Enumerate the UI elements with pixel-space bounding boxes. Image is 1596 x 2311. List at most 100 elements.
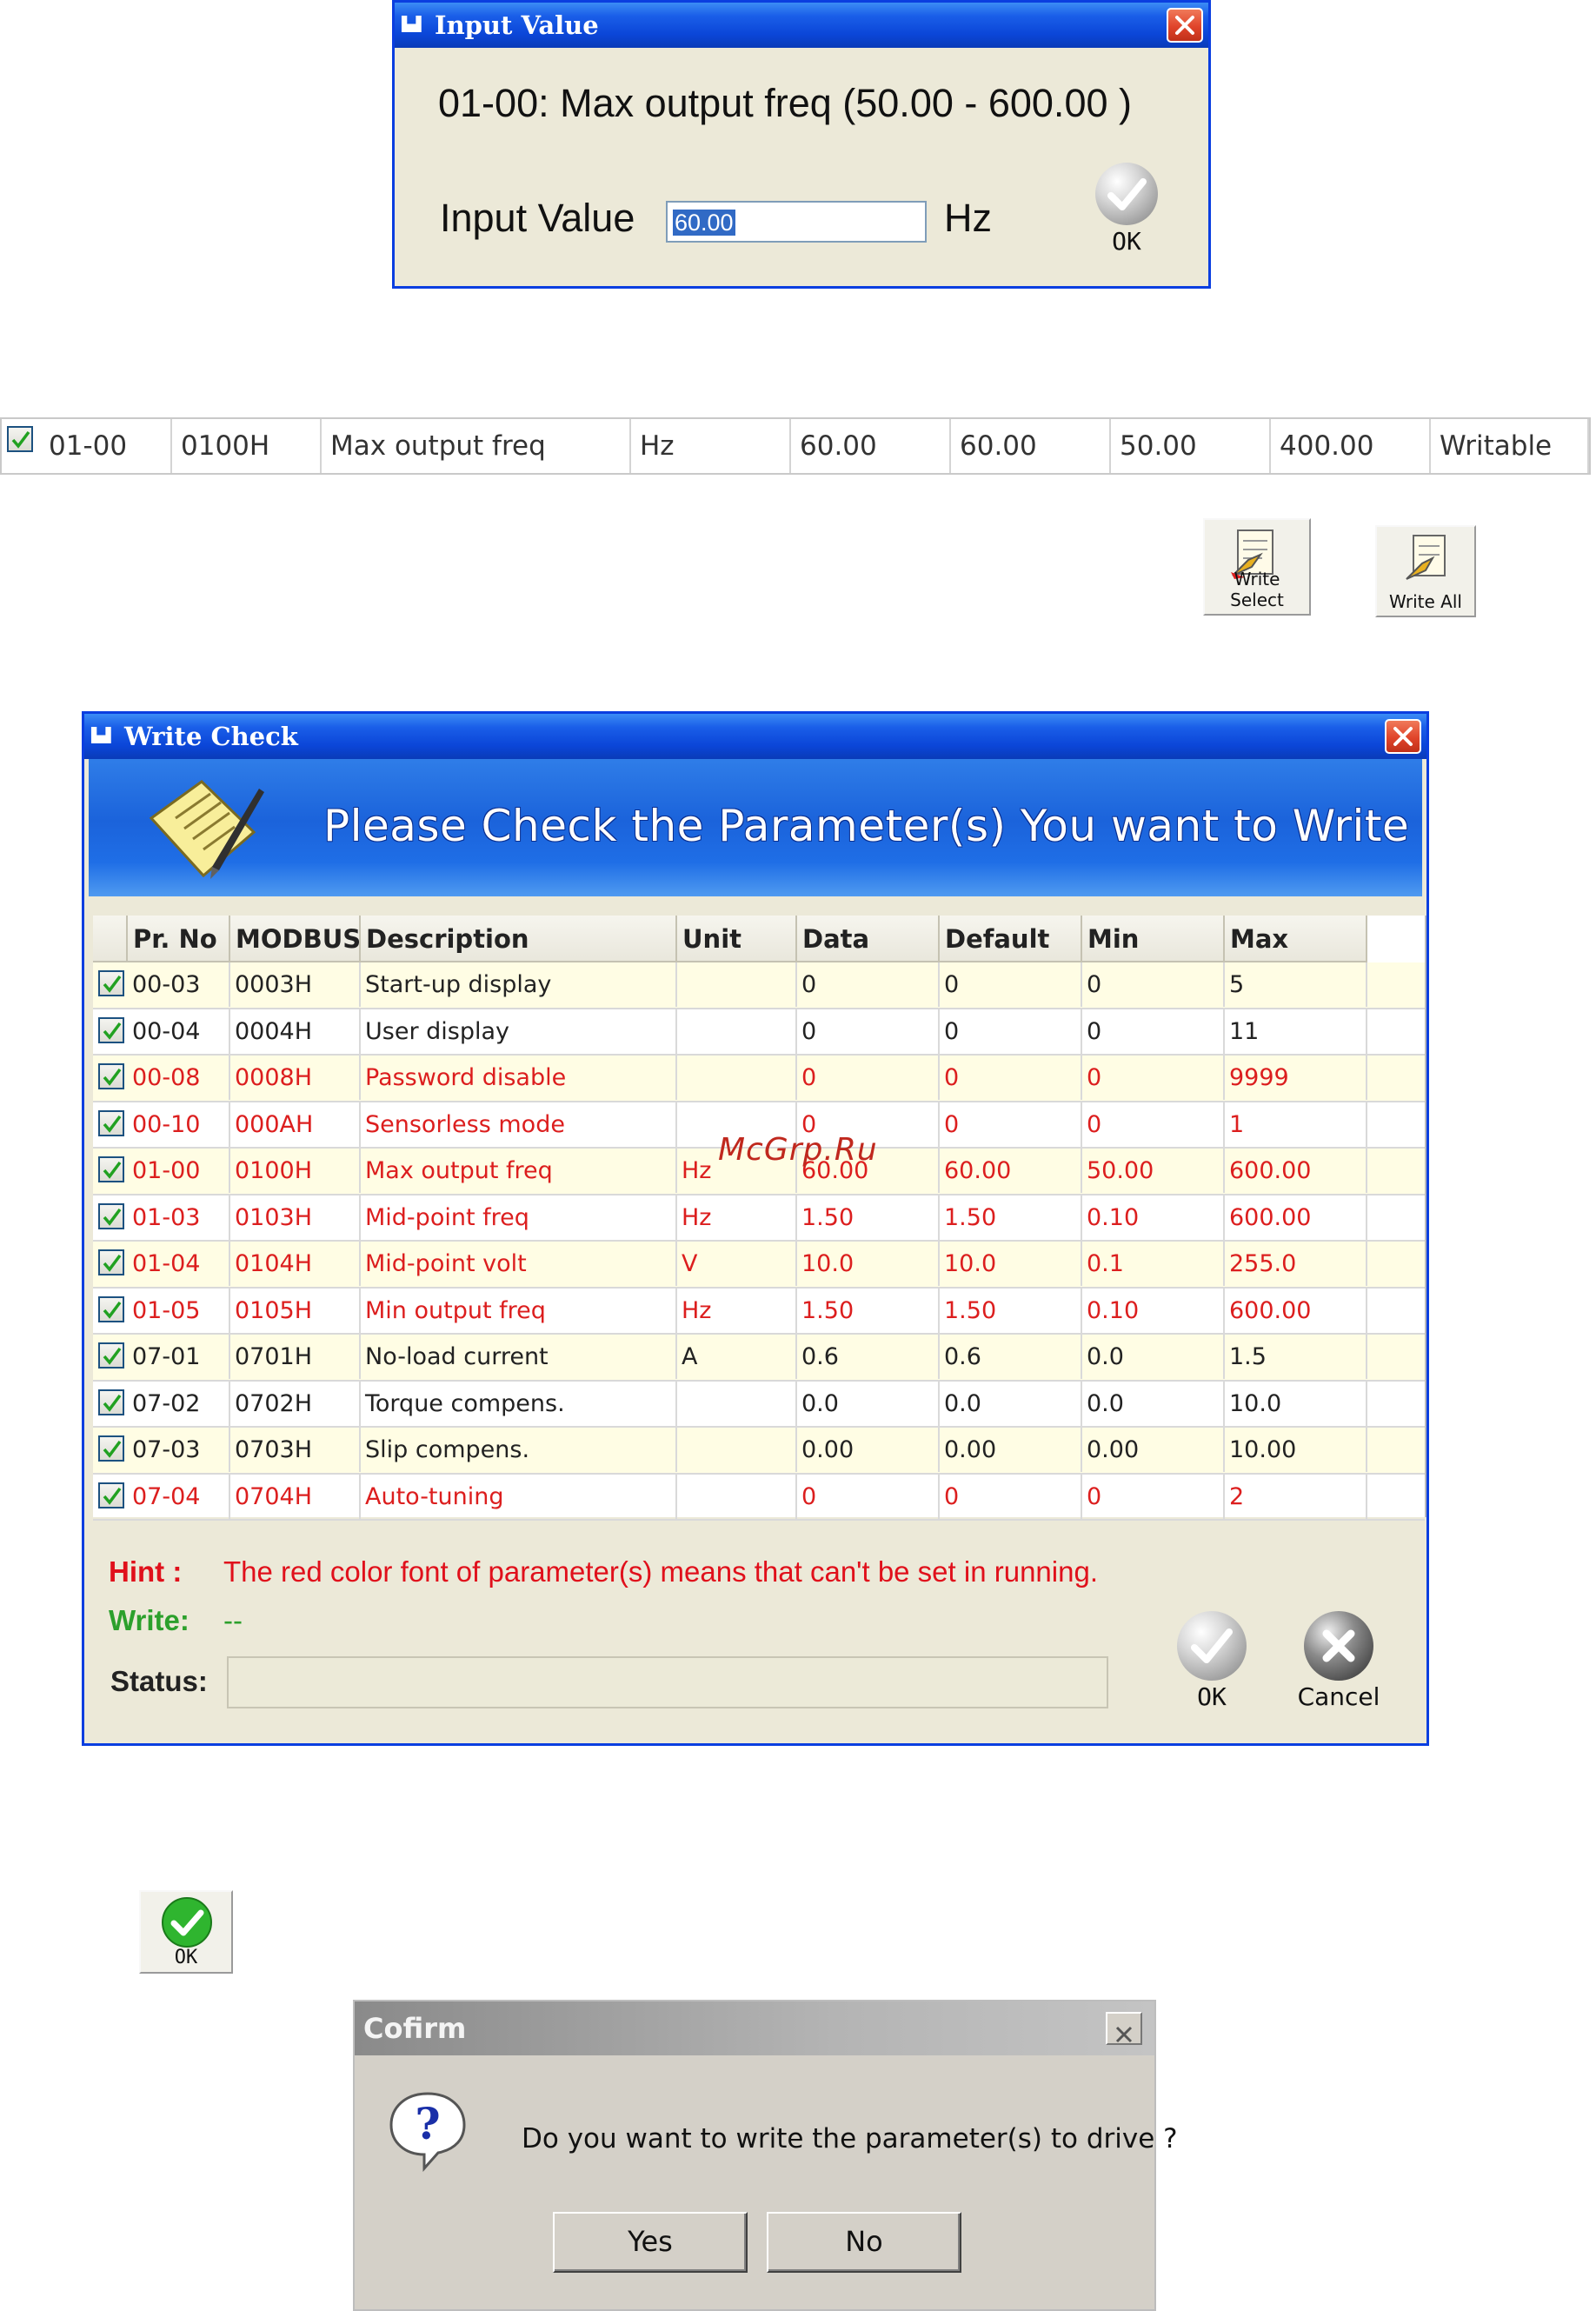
cancel-button[interactable]: Cancel — [1291, 1611, 1387, 1711]
row-checkbox[interactable] — [98, 1389, 124, 1415]
cell-pr-no: 00-04 — [128, 1009, 230, 1054]
row-checkbox[interactable] — [98, 1342, 124, 1369]
cell-description: Slip compens. — [361, 1428, 677, 1472]
parameter-row[interactable]: 01-00 0100H Max output freq Hz 60.00 60.… — [0, 417, 1591, 475]
cell-pr-no: 01-05 — [128, 1288, 230, 1333]
confirm-message: Do you want to write the parameter(s) to… — [522, 2123, 1178, 2154]
grid-header-data[interactable]: Data — [797, 916, 940, 962]
cell-pr-no: 00-08 — [128, 1056, 230, 1100]
grid-header-unit[interactable]: Unit — [677, 916, 797, 962]
row-checkbox[interactable] — [98, 1156, 124, 1182]
cell-default: 0 — [940, 1102, 1082, 1147]
table-row[interactable]: 07-04 0704H Auto-tuning 0 0 0 2 — [93, 1474, 1425, 1521]
grid-header-default[interactable]: Default — [940, 916, 1082, 962]
cell-min: 0 — [1082, 1102, 1225, 1147]
row-checkbox[interactable] — [98, 970, 124, 996]
cell-modbus: 0008H — [230, 1056, 361, 1100]
status-label: Status: — [110, 1665, 208, 1697]
row-checkbox[interactable] — [98, 1295, 124, 1322]
write-select-button[interactable]: Write Select — [1203, 518, 1311, 616]
no-button[interactable]: No — [767, 2212, 961, 2273]
row-checkbox[interactable] — [98, 1016, 124, 1043]
checkmark-icon — [103, 975, 122, 993]
row-checkbox[interactable] — [98, 1435, 124, 1462]
cell-max: 11 — [1225, 1009, 1367, 1054]
table-row[interactable]: 01-05 0105H Min output freq Hz 1.50 1.50 0.10 6… — [93, 1288, 1425, 1335]
grid-header-pr-no[interactable]: Pr. No — [128, 916, 230, 962]
hint-label: Hint : — [109, 1555, 183, 1588]
row-checkbox[interactable] — [98, 1063, 124, 1089]
cell-default: 0.0 — [940, 1381, 1082, 1426]
app-icon: ▙▟ — [91, 727, 111, 743]
confirm-titlebar[interactable]: Cofirm — [355, 2001, 1154, 2055]
cell-pr-no: 01-04 — [128, 1242, 230, 1286]
green-check-icon — [162, 1897, 212, 1948]
checkmark-icon — [103, 1347, 122, 1365]
svg-text:?: ? — [415, 2098, 440, 2149]
standalone-ok-button[interactable]: OK — [139, 1890, 233, 1974]
cell-modbus: 0104H — [230, 1242, 361, 1286]
cell-unit — [677, 1428, 797, 1472]
cell-modbus: 0702H — [230, 1381, 361, 1426]
row-data[interactable]: 60.00 — [791, 419, 951, 473]
grid-header-max[interactable]: Max — [1225, 916, 1367, 962]
write-label: Write: — [109, 1604, 190, 1636]
cell-modbus: 0703H — [230, 1428, 361, 1472]
cell-pr-no: 07-01 — [128, 1335, 230, 1379]
cell-unit — [677, 1056, 797, 1100]
parameter-grid[interactable]: Pr. No MODBUS Description Unit Data Defa… — [93, 916, 1426, 1521]
row-checkbox[interactable] — [98, 1249, 124, 1275]
row-checkbox[interactable] — [7, 426, 33, 452]
write-check-dialog: ▙▟ Write Check Please Check the Paramete… — [82, 711, 1429, 1746]
grid-header-modbus[interactable]: MODBUS — [230, 916, 361, 962]
grid-header-min[interactable]: Min — [1082, 916, 1225, 962]
app-icon: ▙▟ — [402, 16, 422, 32]
table-row[interactable]: 07-01 0701H No-load current A 0.6 0.6 0.0 1.5 — [93, 1335, 1425, 1382]
close-button[interactable] — [1167, 8, 1203, 43]
table-row[interactable]: 01-03 0103H Mid-point freq Hz 1.50 1.50 0.10 60… — [93, 1195, 1425, 1242]
table-row[interactable]: 01-04 0104H Mid-point volt V 10.0 10.0 0.1 255.… — [93, 1242, 1425, 1289]
table-row[interactable]: 07-03 0703H Slip compens. 0.00 0.00 0.00 10.00 — [93, 1428, 1425, 1475]
cell-pr-no: 00-03 — [128, 962, 230, 1007]
cell-description: Min output freq — [361, 1288, 677, 1333]
cell-default: 60.00 — [940, 1149, 1082, 1193]
table-row[interactable]: 00-04 0004H User display 0 0 0 11 — [93, 1009, 1425, 1056]
cell-min: 0.10 — [1082, 1195, 1225, 1240]
grid-header-description[interactable]: Description — [361, 916, 677, 962]
parameter-heading: 01-00: Max output freq (50.00 - 600.00 ) — [438, 81, 1132, 125]
cell-max: 2 — [1225, 1474, 1367, 1519]
table-row[interactable]: 00-08 0008H Password disable 0 0 0 9999 — [93, 1056, 1425, 1102]
table-row[interactable]: 07-02 0702H Torque compens. 0.0 0.0 0.0 10.0 — [93, 1381, 1425, 1428]
cell-description: Max output freq — [361, 1149, 677, 1193]
ok-button[interactable]: OK — [1092, 163, 1161, 256]
close-icon — [1393, 727, 1413, 746]
row-checkbox[interactable] — [98, 1109, 124, 1136]
cell-default: 0 — [940, 1474, 1082, 1519]
cell-unit: A — [677, 1335, 797, 1379]
cell-modbus: 0100H — [230, 1149, 361, 1193]
row-checkbox[interactable] — [98, 1482, 124, 1508]
row-max: 400.00 — [1271, 419, 1431, 473]
yes-button[interactable]: Yes — [553, 2212, 748, 2273]
write-check-titlebar[interactable]: ▙▟ Write Check — [84, 714, 1426, 759]
row-checkbox[interactable] — [98, 1202, 124, 1229]
cell-pr-no: 07-03 — [128, 1428, 230, 1472]
close-button[interactable] — [1106, 2012, 1142, 2045]
table-row[interactable]: 00-03 0003H Start-up display 0 0 0 5 — [93, 962, 1425, 1009]
ok-button[interactable]: OK — [1174, 1611, 1249, 1711]
close-button[interactable] — [1385, 719, 1421, 754]
notepad-pen-icon — [149, 780, 264, 879]
cell-max: 600.00 — [1225, 1149, 1367, 1193]
write-all-button[interactable]: Write All — [1375, 525, 1476, 617]
cell-default: 0 — [940, 1009, 1082, 1054]
cell-unit — [677, 1009, 797, 1054]
check-icon — [1095, 163, 1158, 225]
ok-label: OK — [1197, 1682, 1227, 1711]
input-value-titlebar[interactable]: ▙▟ Input Value — [395, 3, 1208, 48]
checkmark-icon — [103, 1022, 122, 1040]
cell-unit: Hz — [677, 1195, 797, 1240]
write-select-label: Write Select — [1230, 569, 1284, 610]
checkmark-icon — [103, 1254, 122, 1272]
input-value-dialog: ▙▟ Input Value 01-00: Max output freq (5… — [392, 0, 1211, 289]
cell-description: Torque compens. — [361, 1381, 677, 1426]
